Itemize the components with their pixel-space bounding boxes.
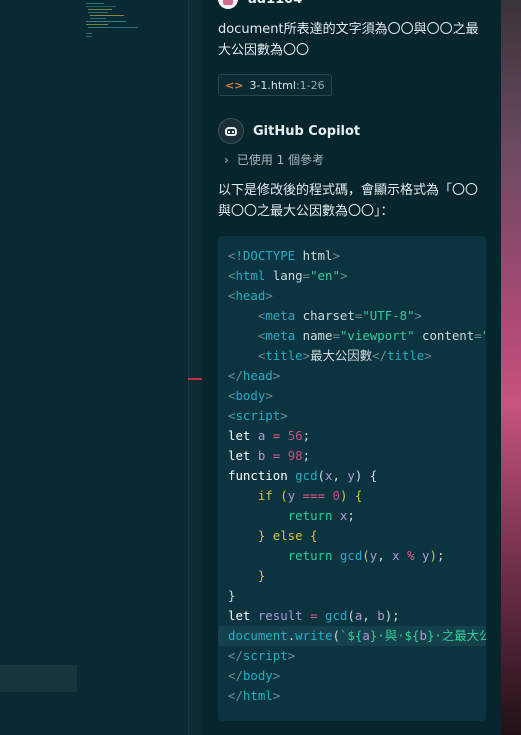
user-name: ad1104 bbox=[248, 0, 302, 7]
code-line: return x; bbox=[287, 508, 355, 523]
assistant-header: GitHub Copilot bbox=[218, 118, 360, 144]
reference-range: :1-26 bbox=[295, 78, 325, 92]
code-line: document.write(`${a}·與·${b}·之最大公因數為·${re… bbox=[218, 626, 486, 646]
code-line: let a = 56; bbox=[228, 428, 311, 443]
current-line-highlight bbox=[0, 665, 77, 692]
code-line: } else { bbox=[257, 528, 318, 543]
app-window: ad1104 document所表達的文字須為〇〇與〇〇之最大公因數為〇〇 <>… bbox=[0, 0, 521, 735]
code-block[interactable]: <!DOCTYPE html> <html lang="en"> <head> … bbox=[218, 236, 486, 721]
code-line: return gcd(y, x % y); bbox=[287, 548, 445, 563]
code-line: let b = 98; bbox=[228, 448, 311, 463]
code-line: <meta charset="UTF-8"> bbox=[257, 308, 422, 323]
desktop-background bbox=[501, 0, 521, 735]
references-label: 已使用 1 個參考 bbox=[236, 153, 325, 167]
user-message: document所表達的文字須為〇〇與〇〇之最大公因數為〇〇 bbox=[218, 22, 479, 58]
reference-file: 3-1.html bbox=[249, 78, 296, 92]
code-line: <html lang="en"> bbox=[228, 268, 348, 283]
minimap[interactable] bbox=[84, 0, 140, 44]
scroll-marker bbox=[188, 378, 202, 380]
code-line: </script> bbox=[228, 648, 296, 663]
code-line: let result = gcd(a, b); bbox=[228, 608, 400, 623]
editor-pane bbox=[0, 0, 188, 735]
code-line: </body> bbox=[228, 668, 281, 683]
code-line: <meta name="viewport" content="width=dev… bbox=[257, 328, 486, 343]
code-line: } bbox=[257, 568, 266, 583]
code-line: <title>最大公因數</title> bbox=[257, 348, 432, 363]
chevron-right-icon: › bbox=[224, 152, 229, 167]
assistant-name: GitHub Copilot bbox=[253, 123, 361, 139]
code-line: <body> bbox=[228, 388, 273, 403]
code-line: </html> bbox=[228, 688, 281, 703]
answer-intro: 以下是修改後的程式碼，會顯示格式為「〇〇與〇〇之最大公因數為〇〇」： bbox=[218, 183, 479, 219]
code-lines: <!DOCTYPE html> <html lang="en"> <head> … bbox=[218, 246, 486, 706]
code-line: <!DOCTYPE html> bbox=[228, 248, 340, 263]
copilot-icon bbox=[218, 118, 244, 144]
code-brackets-icon: <> bbox=[225, 78, 244, 92]
pane-divider[interactable] bbox=[188, 0, 189, 735]
code-line: if (y === 0) { bbox=[257, 488, 363, 503]
code-line: } bbox=[228, 588, 236, 603]
references-toggle[interactable]: › 已使用 1 個參考 bbox=[224, 151, 324, 168]
copilot-chat-panel: ad1104 document所表達的文字須為〇〇與〇〇之最大公因數為〇〇 <>… bbox=[202, 0, 501, 735]
code-line: <script> bbox=[228, 408, 288, 423]
user-avatar bbox=[218, 0, 238, 9]
reference-chip[interactable]: <> 3-1.html:1-26 bbox=[218, 74, 332, 96]
code-line: function gcd(x, y) { bbox=[228, 468, 378, 483]
code-line: </head> bbox=[228, 368, 281, 383]
code-line: <head> bbox=[228, 288, 273, 303]
user-header: ad1104 bbox=[218, 0, 302, 10]
